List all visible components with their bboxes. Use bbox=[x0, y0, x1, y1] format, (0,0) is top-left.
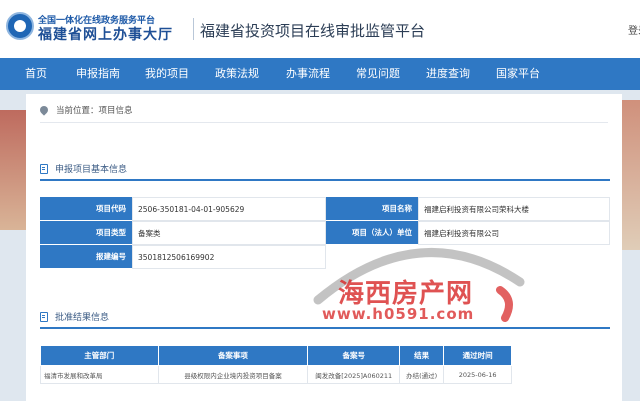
platform-title: 福建省投资项目在线审批监管平台 bbox=[200, 22, 426, 40]
legal-unit-value: 福建启利投资有限公司 bbox=[418, 221, 610, 245]
background-decoration-left bbox=[0, 110, 26, 230]
project-name-label: 项目名称 bbox=[326, 197, 418, 221]
project-name-value: 福建启利投资有限公司荣科大楼 bbox=[418, 197, 610, 221]
nav-progress[interactable]: 进度查询 bbox=[426, 58, 470, 90]
report-no-label: 报建编号 bbox=[40, 245, 132, 269]
project-code-label: 项目代码 bbox=[40, 197, 132, 221]
info-row-1: 项目代码 2506-350181-04-01-905629 项目名称 福建启利投… bbox=[40, 197, 610, 221]
approval-heading: 批准结果信息 bbox=[40, 310, 109, 323]
basic-info-heading: 申报项目基本信息 bbox=[40, 162, 127, 175]
logo-title[interactable]: 福建省网上办事大厅 bbox=[38, 24, 173, 44]
project-type-value: 备案类 bbox=[132, 221, 326, 245]
nav-home[interactable]: 首页 bbox=[25, 58, 47, 90]
col-filing-item: 备案事项 bbox=[157, 345, 309, 366]
site-header: 全国一体化在线政务服务平台 福建省网上办事大厅 福建省投资项目在线审批监管平台 … bbox=[0, 0, 640, 58]
col-filing-no: 备案号 bbox=[307, 345, 401, 366]
col-department: 主管部门 bbox=[40, 345, 159, 366]
nav-policies[interactable]: 政策法规 bbox=[215, 58, 259, 90]
nav-my-projects[interactable]: 我的项目 bbox=[145, 58, 189, 90]
breadcrumb-text: 当前位置：项目信息 bbox=[56, 106, 133, 116]
cell-result: 办结(通过) bbox=[399, 365, 445, 384]
nav-guide[interactable]: 申报指南 bbox=[76, 58, 120, 90]
cell-filing-no: 闽发改备[2025]A060211 bbox=[307, 365, 401, 384]
nav-national-platform[interactable]: 国家平台 bbox=[496, 58, 540, 90]
emblem-icon[interactable] bbox=[6, 12, 34, 40]
approval-table: 主管部门 备案事项 备案号 结果 通过时间 福清市发展和改革局 县级权限内企业境… bbox=[40, 345, 512, 384]
nav-faq[interactable]: 常见问题 bbox=[356, 58, 400, 90]
table-header-row: 主管部门 备案事项 备案号 结果 通过时间 bbox=[40, 345, 512, 366]
breadcrumb: 当前位置：项目信息 bbox=[38, 104, 133, 116]
document-icon bbox=[40, 164, 48, 174]
breadcrumb-divider bbox=[40, 122, 608, 123]
cell-pass-time: 2025-06-16 bbox=[443, 365, 512, 384]
header-divider bbox=[193, 18, 194, 40]
project-code-value: 2506-350181-04-01-905629 bbox=[132, 197, 326, 221]
document-icon bbox=[40, 312, 48, 322]
cell-filing-item: 县级权限内企业境内投资项目备案 bbox=[157, 365, 309, 384]
info-row-3: 报建编号 3501812506169902 bbox=[40, 245, 610, 269]
content-card: 当前位置：项目信息 申报项目基本信息 项目代码 2506-350181-04-0… bbox=[26, 94, 622, 401]
location-pin-icon bbox=[38, 104, 50, 116]
table-row: 福清市发展和改革局 县级权限内企业境内投资项目备案 闽发改备[2025]A060… bbox=[40, 365, 512, 384]
cell-department: 福清市发展和改革局 bbox=[40, 365, 159, 384]
project-type-label: 项目类型 bbox=[40, 221, 132, 245]
info-row-2: 项目类型 备案类 项目（法人）单位 福建启利投资有限公司 bbox=[40, 221, 610, 245]
col-result: 结果 bbox=[399, 345, 445, 366]
approval-rule bbox=[40, 327, 610, 329]
nav-process[interactable]: 办事流程 bbox=[286, 58, 330, 90]
basic-info-title: 申报项目基本信息 bbox=[55, 165, 128, 175]
col-pass-time: 通过时间 bbox=[443, 345, 512, 366]
login-link[interactable]: 登录 bbox=[628, 22, 640, 37]
basic-info-rule bbox=[40, 179, 610, 181]
report-no-value: 3501812506169902 bbox=[132, 245, 326, 269]
legal-unit-label: 项目（法人）单位 bbox=[326, 221, 418, 245]
main-nav: 首页 申报指南 我的项目 政策法规 办事流程 常见问题 进度查询 国家平台 bbox=[0, 58, 640, 90]
approval-title: 批准结果信息 bbox=[55, 313, 110, 323]
